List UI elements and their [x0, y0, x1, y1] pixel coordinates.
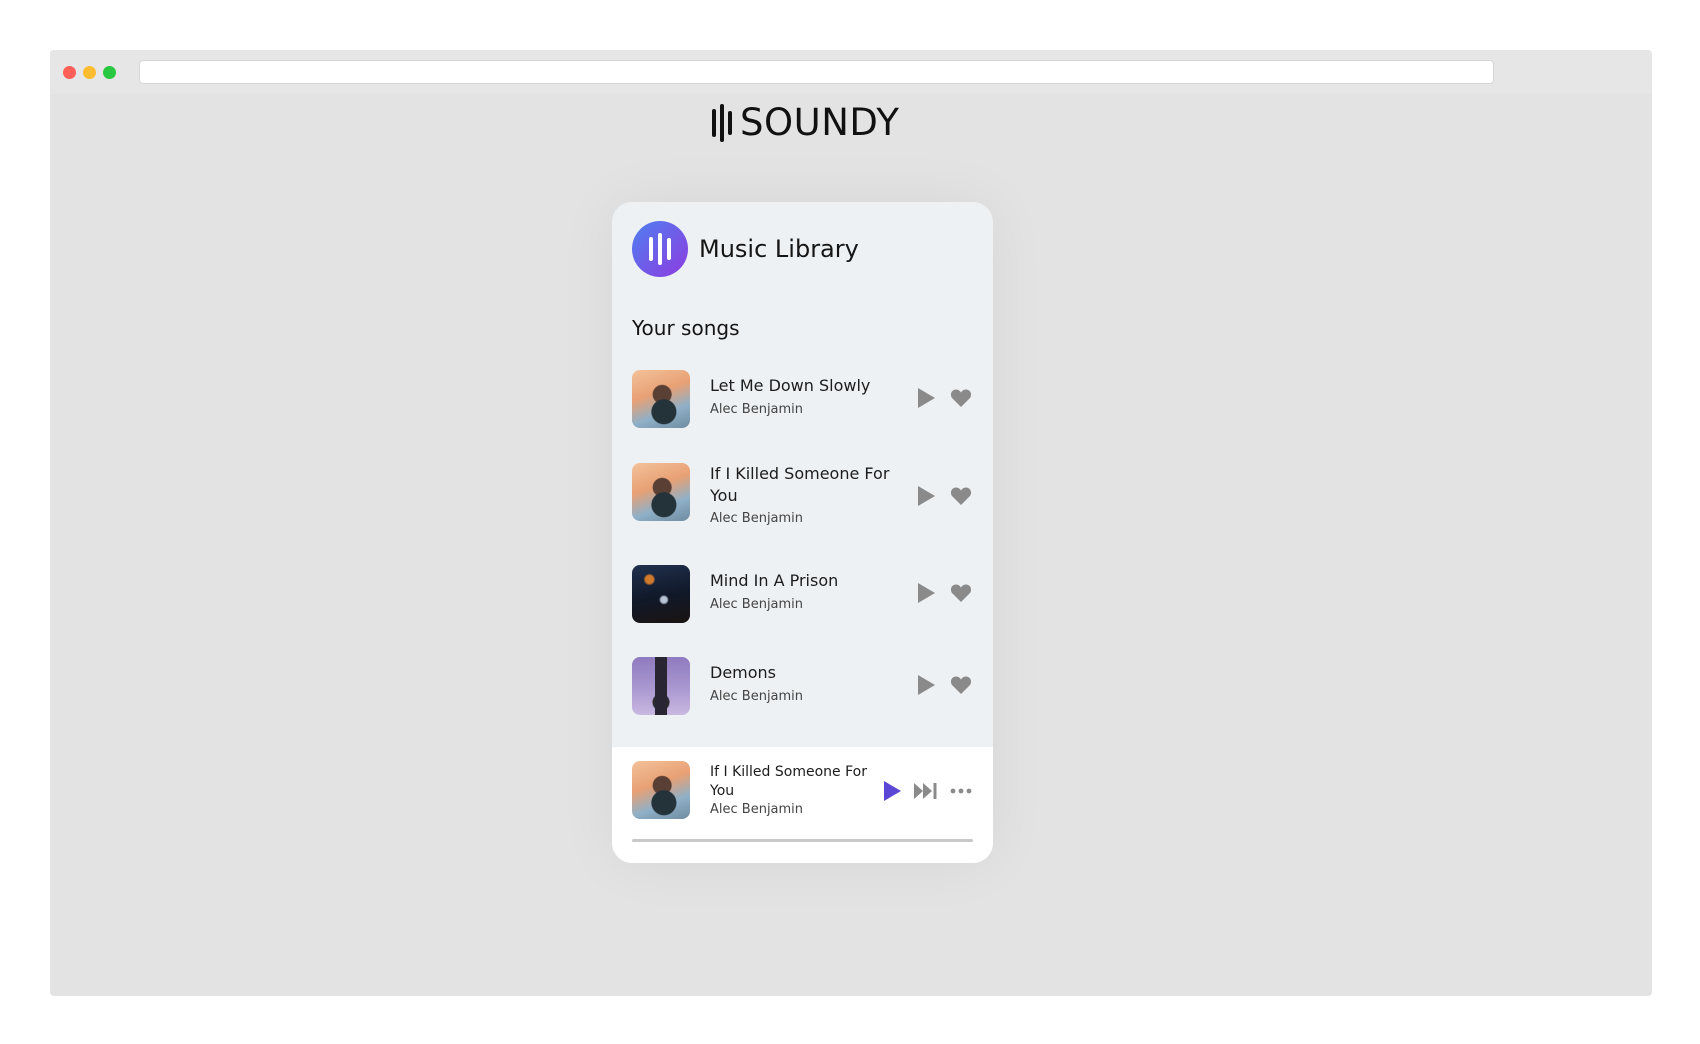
song-item[interactable]: Demons Alec Benjamin — [632, 657, 973, 717]
song-artist: Alec Benjamin — [710, 597, 804, 612]
heart-icon[interactable] — [950, 486, 972, 506]
playback-progress-bar[interactable] — [632, 839, 973, 842]
song-artist: Alec Benjamin — [710, 402, 804, 417]
play-icon[interactable] — [916, 485, 936, 507]
album-cover — [632, 463, 690, 521]
heart-icon[interactable] — [950, 583, 972, 603]
album-cover — [632, 565, 690, 623]
song-item[interactable]: Let Me Down Slowly Alec Benjamin — [632, 370, 973, 430]
play-icon[interactable] — [916, 674, 936, 696]
library-logo-icon — [632, 221, 688, 277]
song-artist: Alec Benjamin — [710, 689, 804, 704]
library-title: Music Library — [699, 235, 859, 263]
song-title: Mind In A Prison — [710, 571, 839, 590]
now-playing-bar: If I Killed Someone For You Alec Benjami… — [612, 747, 993, 863]
heart-icon[interactable] — [950, 675, 972, 695]
now-playing-cover — [632, 761, 690, 819]
song-title: Let Me Down Slowly — [710, 376, 871, 395]
album-cover — [632, 657, 690, 715]
close-window-button[interactable] — [63, 66, 76, 79]
album-cover — [632, 370, 690, 428]
sound-bars-icon — [712, 104, 732, 142]
more-options-icon[interactable] — [950, 788, 972, 794]
library-header: Music Library — [632, 221, 859, 277]
section-title: Your songs — [632, 316, 740, 340]
song-item[interactable]: If I Killed Someone For You Alec Benjami… — [632, 463, 973, 533]
skip-next-icon[interactable] — [913, 782, 939, 800]
now-playing-artist: Alec Benjamin — [710, 802, 804, 817]
music-library-card: Music Library Your songs Let Me Down Slo… — [612, 202, 993, 863]
browser-titlebar — [50, 50, 1652, 94]
play-icon[interactable] — [882, 780, 902, 802]
brand-name: SOUNDY — [740, 101, 900, 144]
heart-icon[interactable] — [950, 388, 972, 408]
address-bar[interactable] — [139, 60, 1494, 84]
song-artist: Alec Benjamin — [710, 511, 804, 526]
minimize-window-button[interactable] — [83, 66, 96, 79]
song-title: Demons — [710, 663, 777, 682]
brand-logo: SOUNDY — [712, 102, 899, 144]
play-icon[interactable] — [916, 582, 936, 604]
song-item[interactable]: Mind In A Prison Alec Benjamin — [632, 565, 973, 625]
song-title: If I Killed Someone For You — [710, 464, 890, 505]
play-icon[interactable] — [916, 387, 936, 409]
maximize-window-button[interactable] — [103, 66, 116, 79]
now-playing-title: If I Killed Someone For You — [710, 764, 867, 799]
